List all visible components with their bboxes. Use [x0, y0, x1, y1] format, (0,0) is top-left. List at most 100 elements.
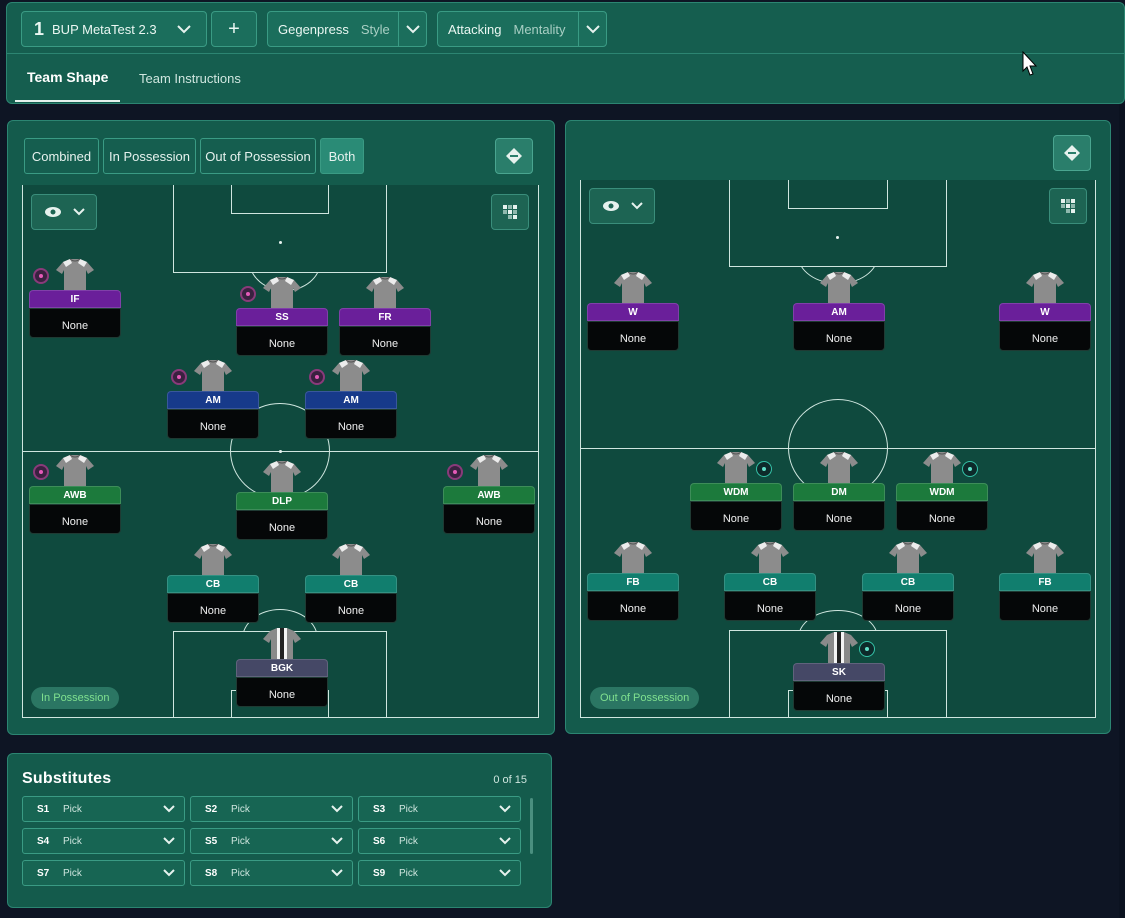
player-slot-fr[interactable]: FR None: [339, 276, 431, 356]
instruction-indicator-icon[interactable]: [447, 464, 463, 480]
grid-icon: [503, 205, 517, 219]
shirt-icon: [820, 451, 858, 484]
chevron-down-icon: [578, 12, 606, 46]
tab-label: Team Shape: [27, 69, 109, 85]
visibility-toggle[interactable]: [589, 188, 655, 224]
swap-pitch-button[interactable]: [1053, 135, 1091, 171]
segment-label: Both: [328, 148, 356, 164]
chevron-down-icon: [331, 869, 343, 877]
player-slot-w[interactable]: W None: [999, 271, 1091, 351]
substitute-slot-s7[interactable]: S7 Pick: [22, 860, 185, 886]
player-role: BGK: [236, 659, 328, 677]
player-slot-cb[interactable]: CB None: [724, 541, 816, 621]
player-role: SK: [793, 663, 885, 681]
player-slot-cb[interactable]: CB None: [167, 543, 259, 623]
player-duty: None: [862, 591, 954, 621]
grid-toggle-button[interactable]: [1049, 188, 1087, 224]
style-selector[interactable]: Gegenpress Style: [267, 11, 427, 47]
substitute-slot-s9[interactable]: S9 Pick: [358, 860, 521, 886]
player-slot-am[interactable]: AM None: [793, 271, 885, 351]
swap-pitch-button[interactable]: [495, 138, 533, 174]
tactic-name: BUP MetaTest 2.3: [52, 21, 157, 37]
out-of-possession-badge: Out of Possession: [590, 687, 700, 709]
chevron-down-icon: [331, 805, 343, 813]
player-role: CB: [724, 573, 816, 591]
mentality-selector[interactable]: Attacking Mentality: [437, 11, 607, 47]
player-slot-if[interactable]: IF None: [29, 258, 121, 338]
instruction-indicator-icon[interactable]: [240, 286, 256, 302]
tactic-header: 1 BUP MetaTest 2.3 + Gegenpress Style At…: [6, 2, 1125, 104]
player-slot-awb[interactable]: AWB None: [443, 454, 535, 534]
slot-value: Pick: [399, 835, 418, 847]
substitute-slot-s5[interactable]: S5 Pick: [190, 828, 353, 854]
player-slot-dm[interactable]: DM None: [793, 451, 885, 531]
shirt-icon: [717, 451, 755, 484]
slot-id: S7: [37, 867, 50, 879]
substitute-slot-s3[interactable]: S3 Pick: [358, 796, 521, 822]
segment-label: Out of Possession: [205, 148, 311, 164]
player-duty: None: [724, 591, 816, 621]
player-slot-cb[interactable]: CB None: [862, 541, 954, 621]
player-duty: None: [896, 501, 988, 531]
substitute-slot-s6[interactable]: S6 Pick: [358, 828, 521, 854]
player-slot-cb[interactable]: CB None: [305, 543, 397, 623]
tab-team-instructions[interactable]: Team Instructions: [127, 54, 253, 102]
chevron-down-icon: [499, 837, 511, 845]
player-slot-wdm[interactable]: WDM None: [896, 451, 988, 531]
eye-icon: [602, 201, 619, 211]
visibility-toggle[interactable]: [31, 194, 97, 230]
slot-value: Pick: [63, 835, 82, 847]
player-slot-fb[interactable]: FB None: [999, 541, 1091, 621]
player-slot-dlp[interactable]: DLP None: [236, 460, 328, 540]
slot-value: Pick: [399, 803, 418, 815]
style-label: Style: [360, 21, 390, 37]
player-slot-am[interactable]: AM None: [167, 359, 259, 439]
substitute-slot-s8[interactable]: S8 Pick: [190, 860, 353, 886]
instruction-indicator-icon[interactable]: [309, 369, 325, 385]
player-duty: None: [999, 591, 1091, 621]
tactic-selector[interactable]: 1 BUP MetaTest 2.3: [21, 11, 207, 47]
tab-team-shape[interactable]: Team Shape: [15, 54, 121, 102]
slot-value: Pick: [63, 803, 82, 815]
substitute-slot-s4[interactable]: S4 Pick: [22, 828, 185, 854]
player-slot-fb[interactable]: FB None: [587, 541, 679, 621]
shirt-icon: [366, 276, 404, 309]
player-role: DLP: [236, 492, 328, 510]
player-slot-am[interactable]: AM None: [305, 359, 397, 439]
role-indicator-icon[interactable]: [962, 461, 978, 477]
player-slot-bgk[interactable]: BGK None: [236, 627, 328, 707]
substitute-slot-s2[interactable]: S2 Pick: [190, 796, 353, 822]
view-mode-out-of-possession[interactable]: Out of Possession: [200, 138, 316, 174]
slot-id: S2: [205, 803, 218, 815]
player-role: FB: [999, 573, 1091, 591]
grid-icon: [1061, 199, 1075, 213]
grid-toggle-button[interactable]: [491, 194, 529, 230]
instruction-indicator-icon[interactable]: [33, 464, 49, 480]
player-slot-wdm[interactable]: WDM None: [690, 451, 782, 531]
substitute-slot-s1[interactable]: S1 Pick: [22, 796, 185, 822]
player-slot-awb[interactable]: AWB None: [29, 454, 121, 534]
view-mode-both[interactable]: Both: [320, 138, 364, 174]
view-mode-in-possession[interactable]: In Possession: [103, 138, 196, 174]
player-role: FR: [339, 308, 431, 326]
player-duty: None: [305, 593, 397, 623]
chevron-down-icon: [163, 869, 175, 877]
plus-icon: +: [228, 17, 240, 40]
slot-value: Pick: [231, 803, 250, 815]
view-mode-combined[interactable]: Combined: [24, 138, 99, 174]
instruction-indicator-icon[interactable]: [33, 268, 49, 284]
player-role: AWB: [29, 486, 121, 504]
player-slot-w[interactable]: W None: [587, 271, 679, 351]
slot-id: S6: [373, 835, 386, 847]
swap-pitch-icon: [1064, 145, 1080, 161]
player-slot-ss[interactable]: SS None: [236, 276, 328, 356]
slot-value: Pick: [231, 835, 250, 847]
role-indicator-icon[interactable]: [859, 641, 875, 657]
role-indicator-icon[interactable]: [756, 461, 772, 477]
add-tactic-button[interactable]: +: [211, 11, 257, 47]
player-slot-sk[interactable]: SK None: [793, 631, 885, 711]
style-value: Gegenpress: [278, 21, 349, 37]
scrollbar[interactable]: [530, 798, 533, 854]
instruction-indicator-icon[interactable]: [171, 369, 187, 385]
slot-id: S1: [37, 803, 50, 815]
